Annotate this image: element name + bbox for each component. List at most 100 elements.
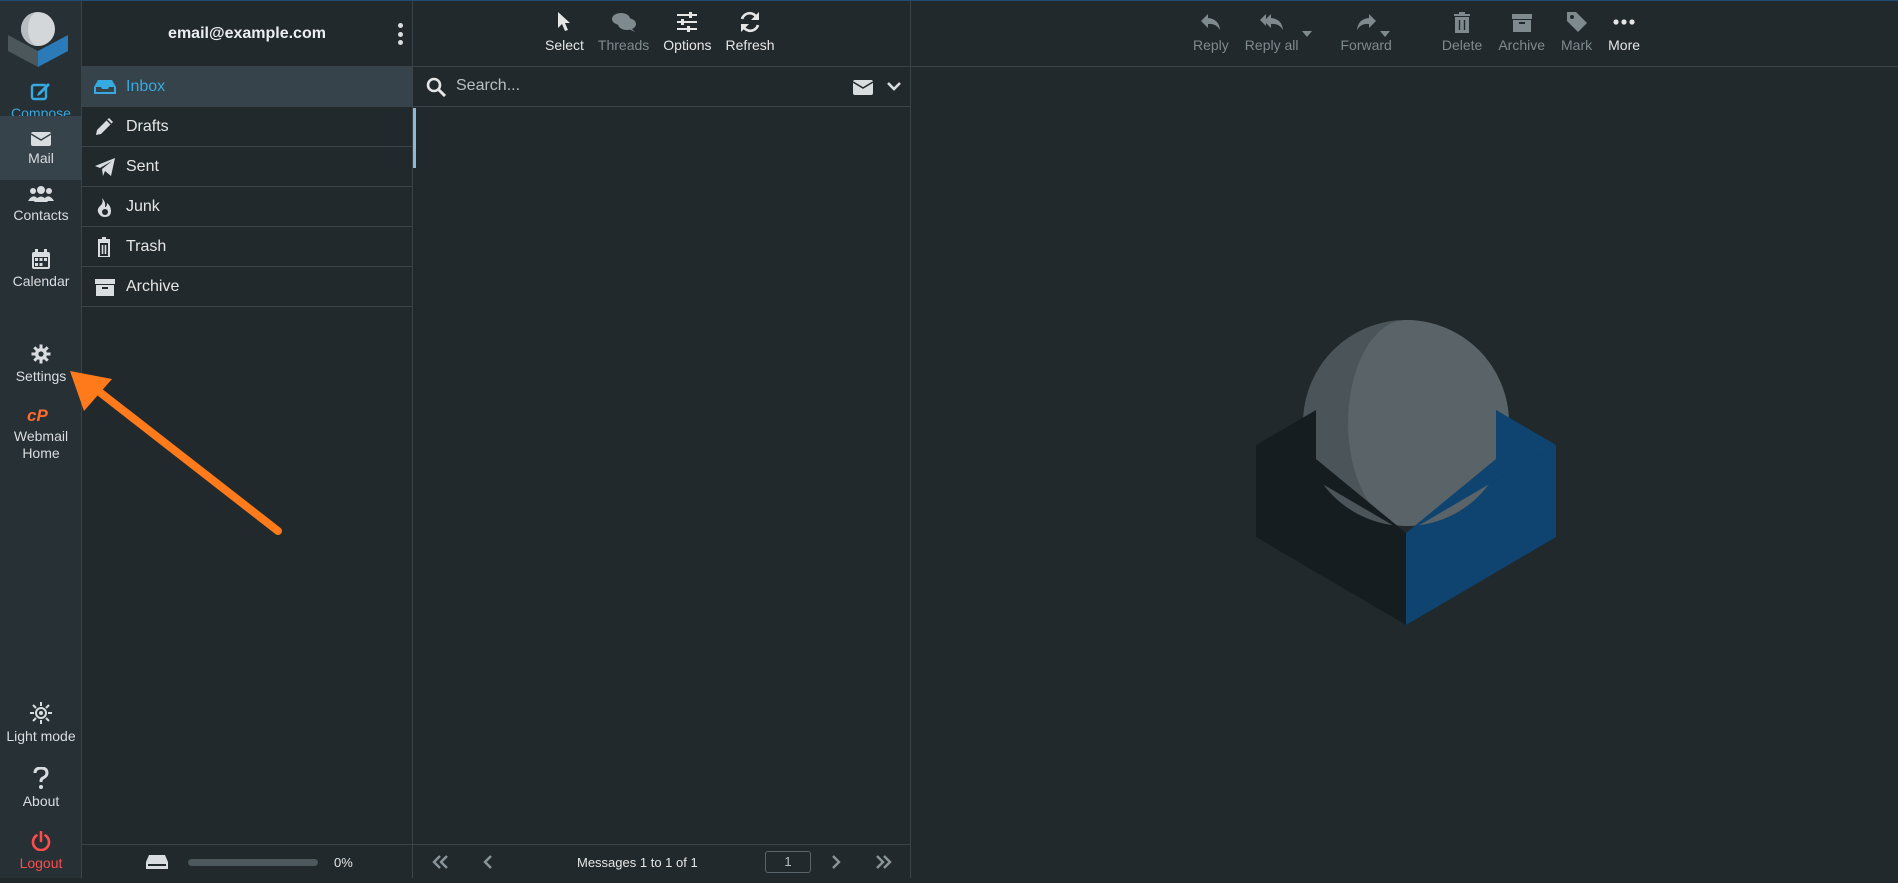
nav-settings[interactable]: Settings: [0, 332, 82, 396]
folder-drafts[interactable]: Drafts: [82, 107, 412, 147]
nav-logout[interactable]: Logout: [0, 819, 82, 883]
reply-button[interactable]: Reply: [1193, 1, 1229, 67]
question-icon: [33, 766, 49, 789]
search-icon[interactable]: [426, 77, 446, 97]
reply-all-label: Reply all: [1244, 37, 1299, 53]
hard-drive-icon: [146, 855, 168, 869]
nav-logout-label: Logout: [19, 854, 63, 871]
forward-icon: [1357, 14, 1377, 30]
delete-label: Delete: [1441, 37, 1483, 53]
roundcube-logo[interactable]: [8, 5, 68, 67]
nav-settings-label: Settings: [15, 367, 67, 384]
delete-button[interactable]: Delete: [1442, 1, 1482, 67]
more-button[interactable]: More: [1608, 1, 1640, 67]
account-menu-button[interactable]: [396, 23, 404, 45]
account-header: email@example.com: [82, 1, 412, 67]
scroll-indicator: [413, 108, 416, 168]
threads-button[interactable]: Threads: [598, 1, 649, 67]
tag-icon: [1566, 12, 1587, 32]
reply-all-button[interactable]: Reply all: [1245, 1, 1299, 67]
quota-text: 0%: [334, 855, 353, 870]
main-nav: Compose Mail Contacts Calendar Settings …: [0, 1, 82, 878]
next-page-icon[interactable]: [829, 852, 843, 872]
message-list[interactable]: [413, 108, 910, 843]
folder-label: Drafts: [126, 117, 169, 135]
mark-label: Mark: [1561, 37, 1593, 53]
nav-mail[interactable]: Mail: [0, 116, 82, 180]
refresh-button[interactable]: Refresh: [726, 1, 775, 67]
nav-webmail-home[interactable]: cP Webmail Home: [0, 399, 82, 469]
nav-webmail-label-1: Webmail: [13, 428, 69, 444]
search-input[interactable]: [454, 76, 834, 96]
archive-button[interactable]: Archive: [1498, 1, 1545, 67]
quota-bar: [188, 859, 318, 866]
reply-all-icon: [1259, 14, 1283, 30]
nav-contacts-label: Contacts: [13, 206, 69, 223]
sliders-icon: [677, 12, 698, 32]
archive-icon: [1511, 14, 1532, 32]
pagination-footer: Messages 1 to 1 of 1 1: [413, 844, 910, 878]
archive-label: Archive: [1498, 37, 1546, 53]
nav-light-mode[interactable]: Light mode: [0, 691, 82, 755]
ellipsis-icon: [1613, 19, 1635, 25]
nav-calendar-label: Calendar: [12, 272, 70, 289]
nav-webmail-label-2: Home: [22, 445, 60, 461]
message-list-panel: Select Threads Options Refresh Search...…: [413, 1, 911, 878]
sun-icon: [30, 701, 52, 724]
last-page-icon[interactable]: [873, 852, 893, 872]
cursor-icon: [558, 12, 571, 31]
reply-icon: [1200, 14, 1220, 30]
threads-label: Threads: [597, 37, 650, 53]
nav-contacts[interactable]: Contacts: [0, 172, 82, 236]
first-page-icon[interactable]: [431, 852, 451, 872]
envelope-icon: [31, 131, 51, 146]
power-icon: [31, 830, 51, 851]
folder-label: Inbox: [126, 77, 166, 95]
forward-label: Forward: [1340, 37, 1392, 53]
envelope-icon[interactable]: [853, 80, 873, 95]
nav-light-mode-label: Light mode: [6, 727, 76, 744]
pencil-icon: [96, 117, 113, 135]
folder-sent[interactable]: Sent: [82, 147, 412, 187]
folder-trash[interactable]: Trash: [82, 227, 412, 267]
nav-mail-label: Mail: [28, 149, 54, 166]
cpanel-icon: cP: [27, 406, 48, 424]
webmail-app: Compose Mail Contacts Calendar Settings …: [0, 0, 1898, 878]
message-toolbar: Reply Reply all Forward Delete Archive M…: [911, 1, 1898, 67]
search-bar: [413, 67, 910, 107]
folder-archive[interactable]: Archive: [82, 267, 412, 307]
folder-label: Sent: [126, 157, 159, 175]
folder-panel: email@example.com Inbox Drafts Sent Junk…: [82, 1, 413, 878]
archive-icon: [95, 278, 115, 296]
nav-about-label: About: [22, 792, 60, 809]
quota-footer: 0%: [82, 844, 413, 878]
svg-text:cP: cP: [27, 406, 48, 424]
preview-pane: Reply Reply all Forward Delete Archive M…: [911, 1, 1898, 878]
fire-icon: [97, 197, 111, 217]
options-button[interactable]: Options: [663, 1, 712, 67]
folder-label: Archive: [126, 277, 180, 295]
page-number-input[interactable]: 1: [765, 851, 811, 873]
previous-page-icon[interactable]: [481, 852, 495, 872]
refresh-label: Refresh: [725, 37, 775, 53]
nav-about[interactable]: About: [0, 756, 82, 820]
options-label: Options: [663, 37, 712, 53]
trash-icon: [1454, 12, 1471, 33]
reply-all-caret-icon: [1302, 31, 1312, 37]
message-count: Messages 1 to 1 of 1: [577, 855, 698, 870]
folder-label: Trash: [126, 237, 167, 255]
comments-icon: [611, 13, 636, 32]
roundcube-watermark-logo: [1256, 320, 1556, 625]
folder-junk[interactable]: Junk: [82, 187, 412, 227]
mark-button[interactable]: Mark: [1561, 1, 1592, 67]
nav-calendar[interactable]: Calendar: [0, 237, 82, 301]
more-label: More: [1608, 37, 1641, 53]
users-icon: [28, 185, 54, 202]
select-button[interactable]: Select: [545, 1, 584, 67]
folder-inbox[interactable]: Inbox: [82, 67, 412, 107]
calendar-icon: [32, 248, 50, 269]
paper-plane-icon: [95, 157, 115, 176]
inbox-icon: [94, 79, 116, 94]
chevron-down-icon[interactable]: [887, 82, 901, 92]
select-label: Select: [545, 37, 584, 53]
